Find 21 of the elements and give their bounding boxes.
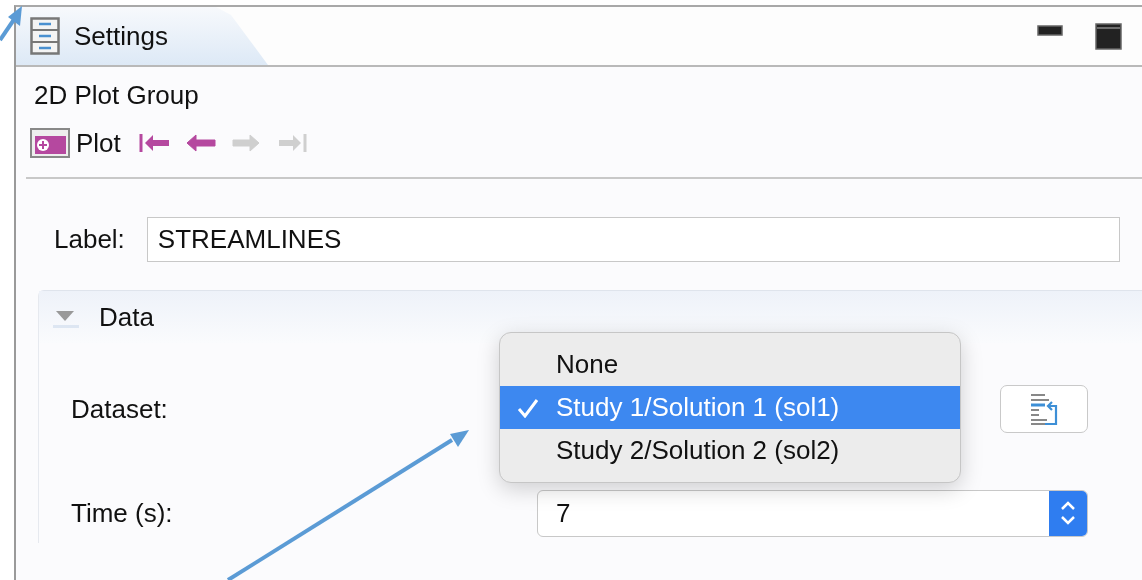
plot-icon bbox=[30, 128, 70, 158]
up-down-arrows-icon[interactable] bbox=[1059, 499, 1077, 527]
dataset-button[interactable] bbox=[1000, 385, 1088, 433]
time-select[interactable]: 7 bbox=[537, 489, 1088, 537]
minimize-icon[interactable] bbox=[1037, 24, 1063, 36]
settings-icon bbox=[30, 17, 60, 55]
annotation-arrow bbox=[0, 6, 22, 42]
plot-button[interactable]: Plot bbox=[30, 127, 121, 159]
label-field[interactable]: STREAMLINES bbox=[146, 217, 1120, 262]
check-icon bbox=[517, 397, 539, 418]
settings-tab[interactable]: Settings bbox=[16, 7, 268, 65]
maximize-icon[interactable] bbox=[1095, 22, 1122, 50]
field-label: Time (s): bbox=[71, 497, 174, 529]
dropdown-option[interactable]: Study 1/Solution 1 (sol1) bbox=[500, 386, 960, 429]
panel-title: 2D Plot Group bbox=[33, 79, 200, 112]
section-title: Data bbox=[99, 301, 154, 333]
list-arrow-icon bbox=[1029, 392, 1059, 426]
dropdown-option[interactable]: None bbox=[500, 343, 960, 386]
field-label: Dataset: bbox=[71, 393, 169, 425]
dropdown-option[interactable]: Study 2/Solution 2 (sol2) bbox=[500, 429, 960, 472]
label-caption: Label: bbox=[54, 224, 125, 255]
